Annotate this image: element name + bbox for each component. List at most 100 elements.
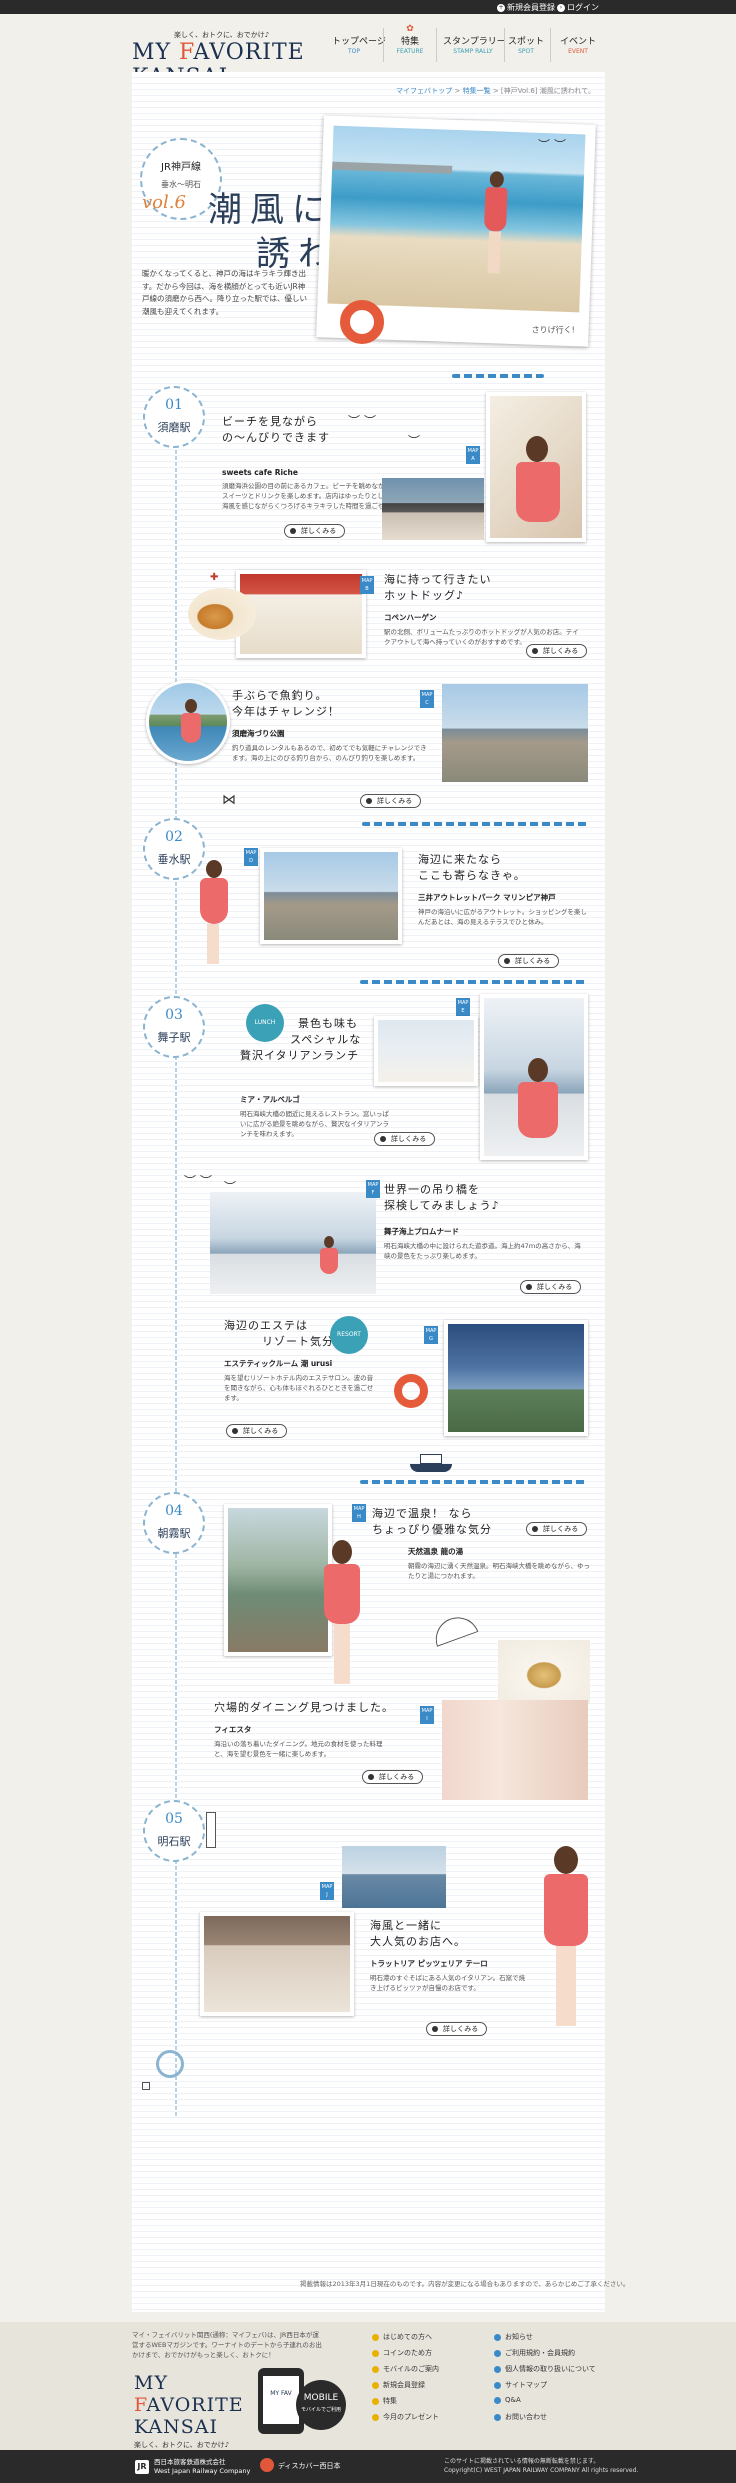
ribbon-icon: ✿ (406, 24, 414, 34)
footer-link-mobile[interactable]: モバイルのご案内 (372, 2364, 439, 2374)
footer-link-privacy[interactable]: 個人情報の取り扱いについて (494, 2364, 596, 2374)
seagull-icon: ︶︶ (538, 138, 571, 152)
bullet-icon (372, 2381, 379, 2389)
mobile-badge-label: MOBILE (303, 2393, 339, 2403)
site-logo[interactable]: 楽しく、おトクに、おでかけ♪ MY FAVORITE KANSAI (132, 28, 312, 90)
calendar-icon (556, 24, 600, 36)
footer-link-contact[interactable]: お問い合わせ (494, 2412, 547, 2422)
spot-j-detail-button[interactable]: 詳しくみる (426, 2022, 488, 2036)
jr-logo-icon[interactable]: JR (135, 2460, 149, 2474)
spot-b-photo-hotdog (188, 588, 256, 640)
nav-event[interactable]: イベント EVENT (556, 24, 600, 68)
footer-link-first-time[interactable]: はじめての方へ (372, 2332, 432, 2342)
spot-headline: 海風と一緒に (370, 1919, 442, 1932)
footer-link-news[interactable]: お知らせ (494, 2332, 533, 2342)
spot-f-detail-button[interactable]: 詳しくみる (520, 1280, 582, 1294)
spot-c-detail-button[interactable]: 詳しくみる (360, 794, 422, 808)
spot-b: 海に持って行きたい ホットドッグ♪ コペンハーゲン 駅の北側、ボリュームたっぷり… (384, 572, 584, 647)
spot-name: 天然温泉 龍の湯 (408, 1547, 464, 1556)
spot-headline: 穴場的ダイニング見つけました。 (214, 1701, 394, 1714)
footer-tagline: 楽しく、おトクに、おでかけ♪ (134, 2441, 230, 2449)
login-link[interactable]: › ログイン (557, 2, 599, 13)
footer-link-present[interactable]: 今月のプレゼント (372, 2412, 439, 2422)
rope-coil-icon (156, 2050, 184, 2078)
fish-icon: ⋈ (222, 792, 236, 808)
model-figure (508, 436, 568, 538)
spot-description: 海沿いの落ち着いたダイニング。地元の食材を使った料理と、海を望む景色を一緒に楽し… (214, 1740, 383, 1758)
mobile-badge-sub: モバイルでご利用 (300, 2407, 341, 2413)
nav-spot[interactable]: スポット SPOT (507, 24, 545, 68)
bullet-icon (372, 2333, 379, 2341)
footer-link-register[interactable]: 新規会員登録 (372, 2380, 425, 2390)
page-top-icon[interactable] (142, 2082, 150, 2090)
nav-top[interactable]: トップページ TOP (332, 24, 386, 68)
footer-link-feature[interactable]: 特集 (372, 2396, 397, 2406)
spot-headline: 今年はチャレンジ！ (232, 705, 340, 718)
spot-f: 世界一の吊り橋を 探検してみましょう♪ 舞子海上プロムナード 明石海峡大橋の中に… (384, 1182, 584, 1261)
wave-deco (362, 822, 588, 826)
spot-c-photo-pier (442, 684, 588, 782)
breadcrumb-top[interactable]: マイフェバトップ (396, 87, 452, 95)
spot-b-detail-button[interactable]: 詳しくみる (526, 644, 588, 658)
nav-feature-en: FEATURE (396, 48, 424, 55)
pier-shape (332, 161, 453, 174)
top-utility-bar: + 新規会員登録 › ログイン (0, 0, 736, 14)
footer-link-coins[interactable]: コインのため方 (372, 2348, 432, 2358)
model-figure (508, 1058, 568, 1156)
nav-stamp-en: STAMP RALLY (453, 48, 493, 55)
model-figure (538, 1846, 594, 2036)
jr-company-name: 西日本旅客鉄道株式会社 West Japan Railway Company (154, 2458, 250, 2476)
wave-deco (452, 374, 544, 378)
bullet-icon (372, 2397, 379, 2405)
line-name: JR神戸線 (161, 162, 201, 173)
wave-deco (360, 1480, 588, 1484)
mobile-badge-link[interactable]: MOBILE モバイルでご利用 (296, 2380, 346, 2430)
station-name: 垂水駅 (157, 853, 191, 866)
spot-headline: 大人気のお店へ。 (370, 1935, 466, 1948)
model-figure (318, 1236, 340, 1292)
map-pin-icon: MAP G (424, 1326, 438, 1344)
model-figure (196, 860, 230, 970)
site-footer (0, 2322, 736, 2450)
spot-headline: 海辺で温泉！ なら (372, 1507, 473, 1520)
spot-a-detail-button[interactable]: 詳しくみる (284, 524, 346, 538)
register-link[interactable]: + 新規会員登録 (497, 2, 555, 13)
spot-d-detail-button[interactable]: 詳しくみる (498, 954, 560, 968)
nav-feature[interactable]: ✿ 特集 FEATURE (390, 24, 430, 68)
map-pin-icon: MAP F (366, 1180, 380, 1198)
footer-link-sitemap[interactable]: サイトマップ (494, 2380, 547, 2390)
spot-e-photo-interior (374, 1016, 478, 1086)
nav-stamp-label: スタンプラリー (443, 37, 506, 47)
spot-description: 釣り道具のレンタルもあるので、初めてでも気軽にチャレンジできます。海の上にのびる… (232, 744, 427, 762)
spot-g-photo (444, 1320, 588, 1436)
info-note: 掲載情報は2013年3月1日現在のものです。内容が変更になる場合もありますので、… (300, 2280, 630, 2288)
spot-h-detail-button[interactable]: 詳しくみる (526, 1522, 588, 1536)
station-name: 舞子駅 (157, 1031, 191, 1044)
spot-headline: 贅沢イタリアンランチ (240, 1049, 360, 1062)
spot-e-detail-button[interactable]: 詳しくみる (374, 1132, 436, 1146)
home-icon (332, 24, 376, 36)
footer-logo-post: AVORITE (146, 2394, 244, 2416)
nav-feature-label: 特集 (400, 37, 419, 47)
spot-d-photo (260, 848, 402, 944)
footer-link-terms[interactable]: ご利用規約・会員規約 (494, 2348, 575, 2358)
footer-link-faq[interactable]: Q&A (494, 2396, 521, 2404)
spot-g-detail-button[interactable]: 詳しくみる (226, 1424, 288, 1438)
spot-f-photo (210, 1192, 376, 1294)
spot-name: 舞子海上プロムナード (384, 1227, 459, 1236)
spot-headline: 探検してみましょう♪ (384, 1199, 500, 1212)
pin-icon (507, 24, 545, 36)
lead-text: 暖かくなってくると、神戸の海はキラキラ輝き出す。だから今回は、海を横顔がとっても… (142, 269, 307, 316)
breadcrumb-feature-list[interactable]: 特集一覧 (463, 87, 491, 95)
station-number: 02 (165, 829, 183, 845)
nav-divider (504, 28, 505, 62)
station-badge-akashi: 05 明石駅 (143, 1800, 205, 1862)
user-plus-icon: + (497, 3, 505, 12)
footer-logo-line2: KANSAI (134, 2416, 219, 2438)
spot-name: ミア・アルベルゴ (240, 1095, 300, 1104)
nav-stamp-rally[interactable]: スタンプラリー STAMP RALLY (443, 24, 506, 68)
footer-logo[interactable]: MY FAVORITE KANSAI 楽しく、おトクに、おでかけ♪ (134, 2372, 244, 2449)
discover-west-logo-icon[interactable] (260, 2458, 274, 2472)
spot-i-detail-button[interactable]: 詳しくみる (362, 1770, 424, 1784)
spot-headline: 世界一の吊り橋を (384, 1183, 480, 1196)
